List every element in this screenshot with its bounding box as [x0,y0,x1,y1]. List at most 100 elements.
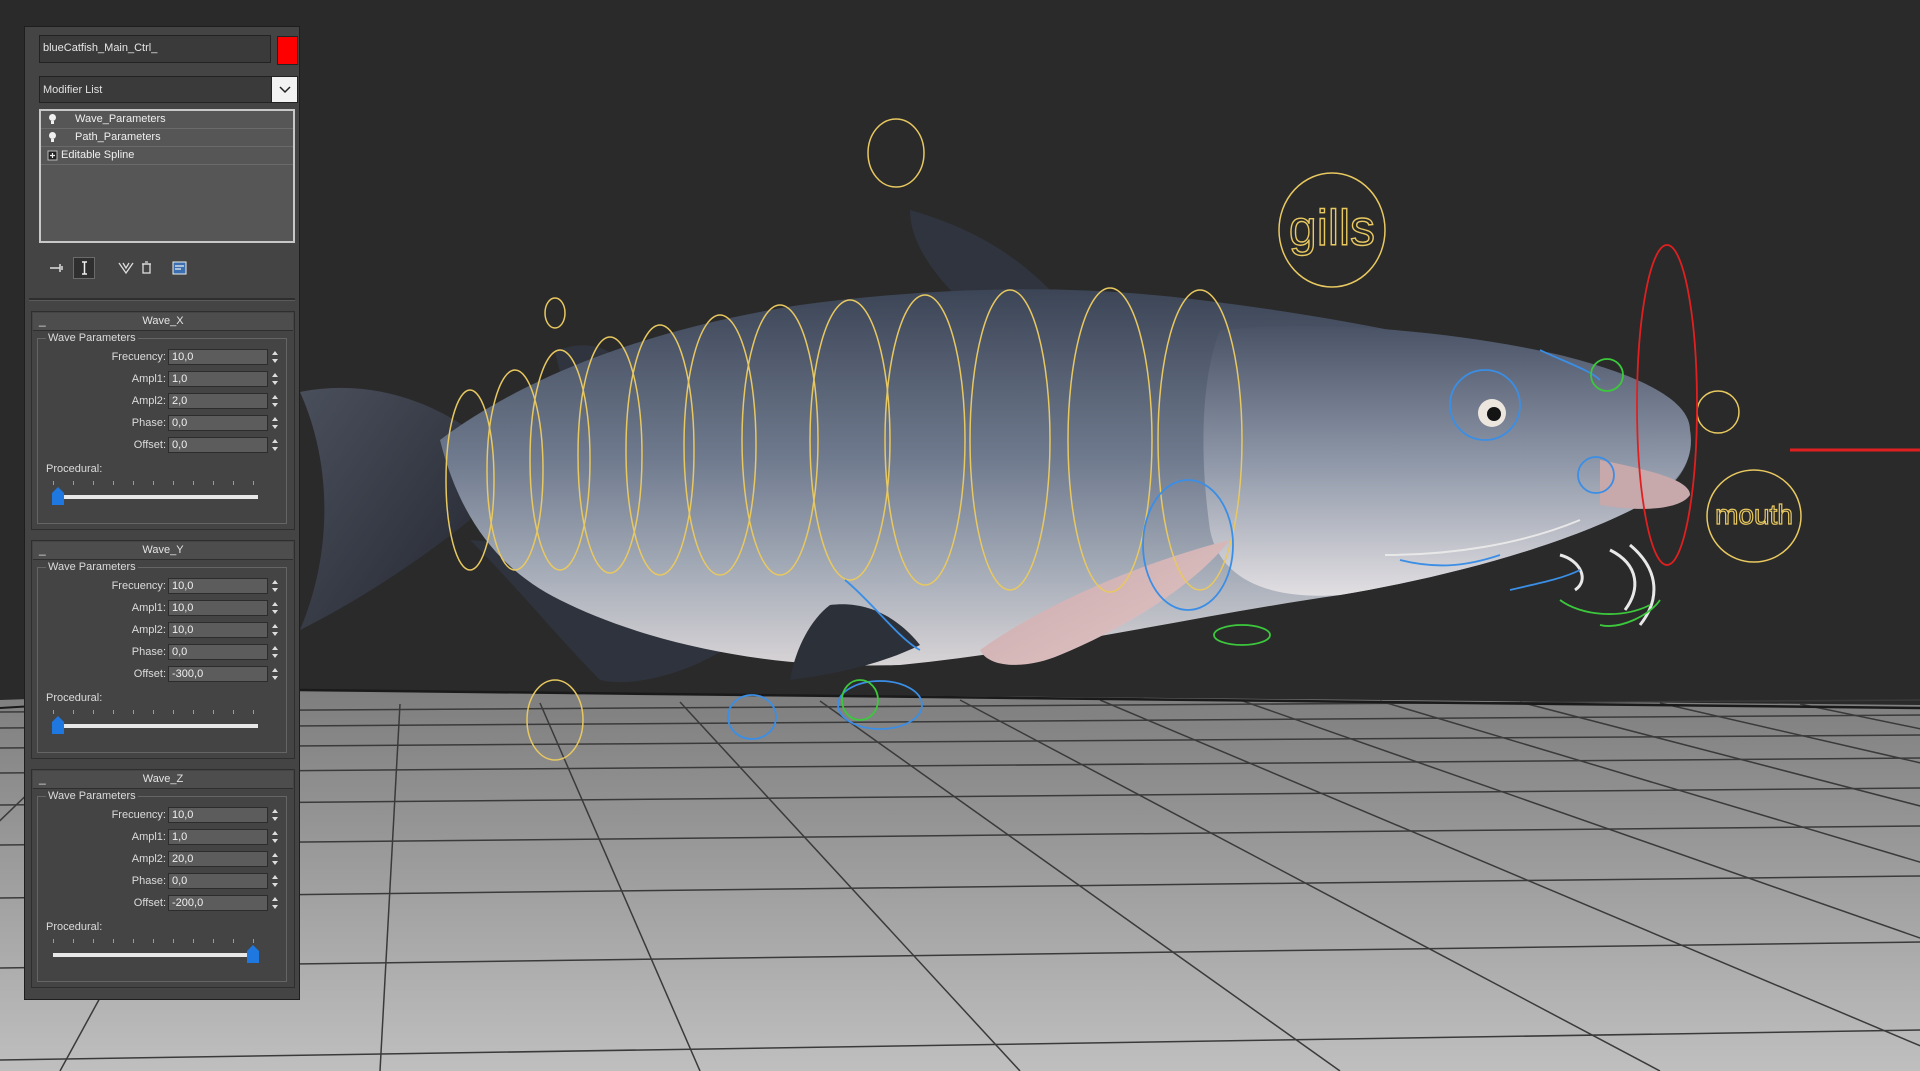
offset-field[interactable]: -300,0 [168,666,268,682]
slider-tick [113,710,114,714]
slider-tick [73,710,74,714]
slider-tick [193,710,194,714]
spinner-icon[interactable] [270,371,280,387]
rollout-header[interactable]: _ Wave_X [33,313,293,331]
configure-sets-icon[interactable] [169,257,191,279]
chevron-down-icon[interactable] [271,77,297,102]
spinner-icon[interactable] [270,851,280,867]
param-row-frecuency: Frecuency: 10,0 [38,578,288,596]
slider-tick [93,481,94,485]
rollout-header[interactable]: _ Wave_Y [33,542,293,560]
spinner-icon[interactable] [270,437,280,453]
command-panel: blueCatfish_Main_Ctrl_ Modifier List Wav… [24,26,300,1000]
spinner-icon[interactable] [270,666,280,682]
ampl1-field[interactable]: 10,0 [168,600,268,616]
slider-tick [73,481,74,485]
param-row-phase: Phase: 0,0 [38,415,288,433]
param-label: Offset: [133,897,166,909]
phase-field[interactable]: 0,0 [168,415,268,431]
ampl2-field[interactable]: 10,0 [168,622,268,638]
spinner-icon[interactable] [270,622,280,638]
slider-tick [153,710,154,714]
procedural-slider-track[interactable] [53,953,258,957]
spinner-icon[interactable] [270,349,280,365]
stack-item-label: Wave_Parameters [75,113,166,125]
slider-tick [193,939,194,943]
param-label: Ampl1: [131,373,166,385]
slider-tick [133,481,134,485]
object-name-field[interactable]: blueCatfish_Main_Ctrl_ [39,35,271,63]
param-label: Ampl2: [131,624,166,636]
param-row-offset: Offset: 0,0 [38,437,288,455]
param-row-phase: Phase: 0,0 [38,644,288,662]
gills-label: gills [1289,200,1375,256]
spinner-icon[interactable] [270,895,280,911]
object-color-swatch[interactable] [277,36,298,65]
param-label: Ampl1: [131,831,166,843]
procedural-slider-track[interactable] [53,724,258,728]
ampl2-field[interactable]: 2,0 [168,393,268,409]
make-unique-icon[interactable] [115,257,137,279]
ampl1-field[interactable]: 1,0 [168,371,268,387]
spinner-icon[interactable] [270,644,280,660]
slider-tick [113,939,114,943]
procedural-slider-thumb[interactable] [51,487,65,505]
stack-item-label: Path_Parameters [75,131,161,143]
modifier-list-label: Modifier List [43,84,103,96]
param-label: Phase: [131,875,166,887]
pin-stack-icon[interactable] [45,257,67,279]
procedural-slider-track[interactable] [53,495,258,499]
procedural-slider-thumb[interactable] [246,945,260,963]
ampl2-field[interactable]: 20,0 [168,851,268,867]
param-label: Frecuency: [111,580,166,592]
frecuency-field[interactable]: 10,0 [168,578,268,594]
param-label: Phase: [131,646,166,658]
param-label: Ampl2: [131,853,166,865]
spinner-icon[interactable] [270,873,280,889]
slider-tick [233,481,234,485]
rollout-header[interactable]: _ Wave_Z [33,771,293,789]
spinner-icon[interactable] [270,415,280,431]
ampl1-field[interactable]: 1,0 [168,829,268,845]
slider-ticks [53,939,254,943]
param-row-offset: Offset: -300,0 [38,666,288,684]
spinner-icon[interactable] [270,393,280,409]
remove-modifier-icon[interactable] [135,257,157,279]
phase-field[interactable]: 0,0 [168,644,268,660]
procedural-slider-thumb[interactable] [51,716,65,734]
modifier-list-dropdown[interactable]: Modifier List [39,76,298,103]
rollout-wave-x: _ Wave_X Wave Parameters Frecuency: 10,0… [31,311,295,530]
frecuency-field[interactable]: 10,0 [168,349,268,365]
expand-icon[interactable] [47,149,58,161]
slider-tick [73,939,74,943]
show-end-result-icon[interactable] [73,257,95,279]
spinner-icon[interactable] [270,829,280,845]
phase-field[interactable]: 0,0 [168,873,268,889]
param-label: Ampl2: [131,395,166,407]
slider-ticks [53,481,254,485]
stack-item-path-parameters[interactable]: Path_Parameters [41,129,293,147]
mouth-label: mouth [1715,499,1793,530]
slider-tick [133,710,134,714]
param-row-phase: Phase: 0,0 [38,873,288,891]
stack-item-wave-parameters[interactable]: Wave_Parameters [41,111,293,129]
slider-tick [173,481,174,485]
frecuency-field[interactable]: 10,0 [168,807,268,823]
spinner-icon[interactable] [270,600,280,616]
bulb-icon[interactable] [47,113,58,125]
param-label: Frecuency: [111,351,166,363]
param-row-frecuency: Frecuency: 10,0 [38,807,288,825]
slider-tick [193,481,194,485]
stack-toolbar [39,257,289,279]
offset-field[interactable]: -200,0 [168,895,268,911]
procedural-label: Procedural: [46,463,103,475]
rollout-title: Wave_Z [142,773,184,785]
param-row-ampl2: Ampl2: 10,0 [38,622,288,640]
spinner-icon[interactable] [270,807,280,823]
bulb-icon[interactable] [47,131,58,143]
offset-field[interactable]: 0,0 [168,437,268,453]
stack-item-editable-spline[interactable]: Editable Spline [41,147,293,165]
procedural-label: Procedural: [46,921,103,933]
spinner-icon[interactable] [270,578,280,594]
wave-parameters-group: Wave Parameters Frecuency: 10,0 Ampl1: 1… [37,561,288,753]
